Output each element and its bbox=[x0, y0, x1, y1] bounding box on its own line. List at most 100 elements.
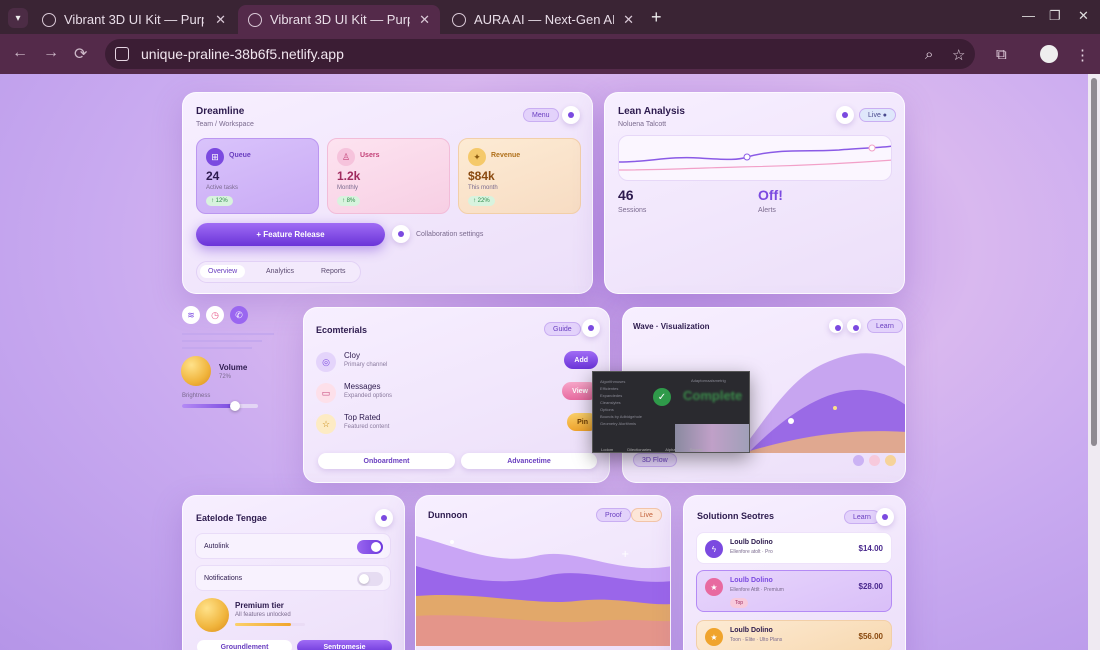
close-window-button[interactable]: ✕ bbox=[1078, 8, 1089, 24]
stat-users: ♙ Users 1.2k Monthly ↑ 8% bbox=[327, 138, 450, 214]
forward-button[interactable]: → bbox=[43, 44, 59, 62]
reload-button[interactable]: ⟳ bbox=[74, 44, 87, 64]
card-title: Solutionn Seotres bbox=[697, 511, 775, 521]
svg-text:+: + bbox=[621, 549, 629, 560]
item-name: Loulb Dolino bbox=[730, 577, 773, 584]
tab-title: AURA AI — Next-Gen AI C bbox=[474, 12, 614, 27]
autolink-toggle[interactable] bbox=[357, 540, 383, 554]
setting-label: Autolink bbox=[204, 543, 229, 550]
overlay-line: Algorithmuses bbox=[600, 379, 626, 384]
back-button[interactable]: ← bbox=[12, 44, 28, 62]
stat-value: $84k bbox=[468, 169, 495, 183]
notifications-toggle[interactable] bbox=[357, 572, 383, 586]
guide-button[interactable]: Guide bbox=[544, 322, 581, 336]
slider-handle[interactable] bbox=[230, 401, 241, 411]
tab-analytics[interactable]: Analytics bbox=[266, 268, 294, 275]
stat-sub: This month bbox=[468, 185, 498, 191]
metric-label: Alerts bbox=[758, 207, 776, 214]
status-dot[interactable] bbox=[876, 508, 894, 526]
minimize-button[interactable]: — bbox=[1022, 8, 1035, 23]
onboardment-button[interactable]: Onboardment bbox=[318, 453, 455, 469]
zoom-icon[interactable]: ⌕ bbox=[925, 46, 933, 63]
menu-button[interactable]: Menu bbox=[523, 108, 559, 122]
extensions-icon[interactable]: ⧉ bbox=[996, 46, 1007, 63]
footer-item: Dilectionaries bbox=[627, 446, 652, 452]
groundlement-button[interactable]: Groundlement bbox=[197, 640, 292, 650]
live-badge[interactable]: Live ● bbox=[859, 108, 897, 122]
volume-value: 72% bbox=[219, 374, 232, 380]
item-sub: Ellenfore atolt · Pro bbox=[730, 549, 773, 555]
collaboration-settings-link[interactable]: Collaboration settings bbox=[416, 231, 483, 238]
stat-label: Users bbox=[360, 152, 380, 159]
list-item[interactable]: ◎ Cloy Primary channel Add bbox=[316, 348, 598, 378]
search-icon[interactable] bbox=[392, 225, 410, 243]
sparkline-chart bbox=[618, 135, 892, 181]
dunes-art: + bbox=[416, 536, 670, 646]
card-title: Dunnoon bbox=[428, 510, 468, 520]
overlay-line: Options bbox=[600, 407, 614, 412]
price-item-selected[interactable]: ★ Loulb Dolino Ellenfore Attlt · Premium… bbox=[696, 570, 892, 612]
item-name: Loulb Dolino bbox=[730, 627, 773, 634]
overlay-footer: Lodom Dilectionaries Alpha Sooner bbox=[593, 444, 749, 452]
address-bar[interactable]: unique-praline-38b6f5.netlify.app bbox=[105, 39, 975, 69]
star-icon: ☆ bbox=[316, 414, 336, 434]
list-item[interactable]: ▭ Messages Expanded options View bbox=[316, 379, 598, 409]
item-price: $14.00 bbox=[858, 544, 883, 553]
tab-title: Vibrant 3D UI Kit — Purpl bbox=[64, 12, 204, 27]
divider bbox=[182, 347, 252, 349]
volume-orb bbox=[181, 356, 211, 386]
profile-avatar[interactable] bbox=[1040, 45, 1058, 63]
page-scrollbar[interactable] bbox=[1088, 74, 1100, 650]
url-text: unique-praline-38b6f5.netlify.app bbox=[141, 46, 344, 62]
tab-reports[interactable]: Reports bbox=[321, 268, 346, 275]
clock-icon[interactable]: ◷ bbox=[206, 306, 224, 324]
advancetime-button[interactable]: Advancetime bbox=[461, 453, 597, 469]
sparkline-svg bbox=[619, 144, 891, 171]
browser-menu-icon[interactable]: ⋮ bbox=[1075, 46, 1090, 64]
tab-3[interactable]: AURA AI — Next-Gen AI C ✕ bbox=[442, 5, 644, 34]
proof-badge[interactable]: Proof bbox=[596, 508, 631, 522]
message-icon: ▭ bbox=[316, 383, 336, 403]
scrollbar-thumb[interactable] bbox=[1091, 78, 1097, 446]
setting-row-notifications: Notifications bbox=[195, 565, 391, 591]
layers-icon[interactable]: ≋ bbox=[182, 306, 200, 324]
overlay-title: Adaptornaalsmetrig bbox=[691, 378, 726, 383]
phone-icon[interactable]: ✆ bbox=[230, 306, 248, 324]
floating-preview-panel[interactable]: Algorithmuses Efficientes Expandedes Cle… bbox=[592, 371, 750, 453]
lean-analysis-card: Lean Analysis Noluena Talcott Live ● 46 … bbox=[604, 92, 905, 294]
maximize-button[interactable]: ❐ bbox=[1049, 8, 1061, 24]
learn-button[interactable]: Learn bbox=[844, 510, 880, 524]
tab-search-button[interactable]: ▾ bbox=[8, 8, 28, 28]
status-dot[interactable] bbox=[375, 509, 393, 527]
status-dot[interactable] bbox=[836, 106, 854, 124]
sentromesie-button[interactable]: Sentromesie bbox=[297, 640, 392, 650]
close-tab-icon[interactable]: ✕ bbox=[419, 12, 430, 28]
price-item[interactable]: ★ Loulb Dolino Toon · Elite · Ulto Plans… bbox=[696, 620, 892, 650]
tab-2-active[interactable]: Vibrant 3D UI Kit — Purpl ✕ bbox=[238, 5, 440, 34]
close-tab-icon[interactable]: ✕ bbox=[215, 12, 226, 28]
price-item[interactable]: ϟ Loulb Dolino Ellenfore atolt · Pro $14… bbox=[696, 532, 892, 564]
new-tab-button[interactable]: + bbox=[651, 8, 662, 26]
add-button[interactable]: Add bbox=[564, 351, 598, 369]
list-item[interactable]: ☆ Top Rated Featured content Pin bbox=[316, 410, 598, 440]
setting-label: Notifications bbox=[204, 575, 243, 582]
channel-icon: ◎ bbox=[316, 352, 336, 372]
tab-overview[interactable]: Overview bbox=[200, 265, 246, 278]
view-tabs: Overview Analytics Reports bbox=[196, 261, 361, 283]
close-tab-icon[interactable]: ✕ bbox=[623, 12, 634, 28]
status-dot[interactable] bbox=[582, 319, 600, 337]
site-info-icon[interactable] bbox=[115, 47, 129, 61]
overlay-big-text: Complete bbox=[683, 388, 743, 403]
divider bbox=[182, 340, 262, 342]
stat-change: ↑ 8% bbox=[337, 196, 361, 206]
item-sub: Expanded options bbox=[344, 393, 393, 399]
slider-fill bbox=[182, 404, 236, 408]
more-button[interactable] bbox=[562, 106, 580, 124]
bookmark-star-icon[interactable]: ☆ bbox=[952, 46, 965, 64]
feature-release-button[interactable]: + Feature Release bbox=[196, 223, 385, 246]
brightness-slider[interactable] bbox=[182, 401, 258, 411]
3d-flow-badge[interactable]: 3D Flow bbox=[633, 453, 677, 467]
live-badge[interactable]: Live bbox=[631, 508, 662, 522]
tab-1[interactable]: Vibrant 3D UI Kit — Purpl ✕ bbox=[32, 5, 236, 34]
item-title: Top Rated bbox=[344, 413, 381, 422]
